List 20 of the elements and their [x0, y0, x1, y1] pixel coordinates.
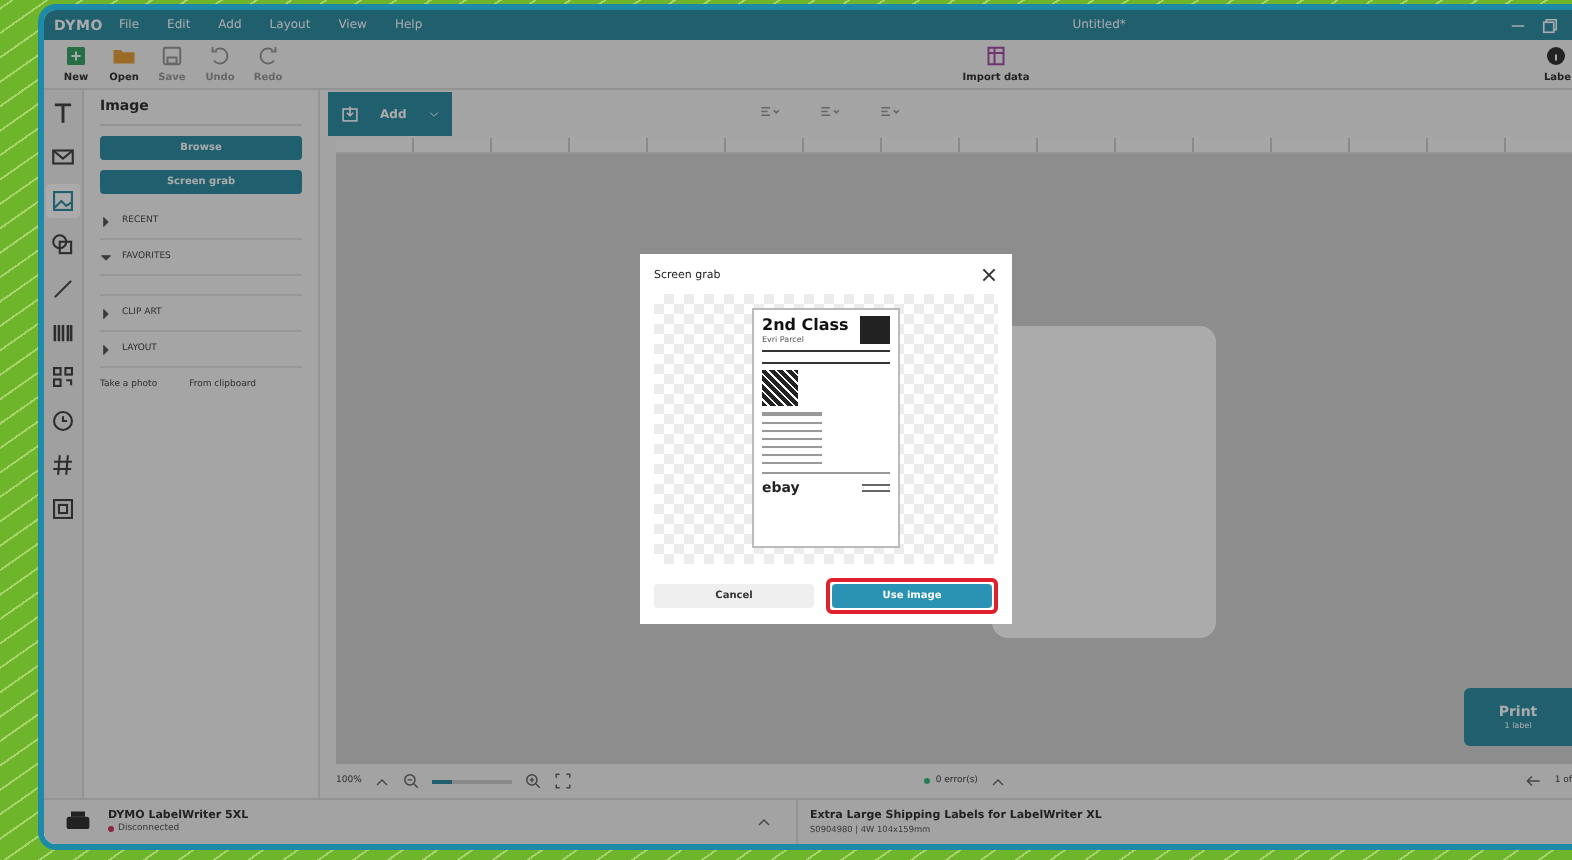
zoom-out-icon[interactable] — [401, 772, 420, 790]
service-text: 2nd Class — [762, 316, 849, 334]
arrow-left-icon[interactable] — [1524, 772, 1543, 790]
caret-icon[interactable] — [100, 343, 112, 355]
caret-icon[interactable] — [100, 251, 112, 263]
plus-square-icon[interactable] — [64, 44, 88, 68]
status-dot-icon — [923, 778, 930, 784]
info-icon[interactable] — [1544, 44, 1568, 68]
caret-up-icon[interactable] — [756, 814, 772, 830]
label-rule — [762, 350, 890, 364]
caret-icon[interactable] — [100, 215, 112, 227]
zoom-in-icon[interactable] — [523, 772, 542, 790]
close-icon[interactable] — [980, 266, 998, 284]
table-icon[interactable] — [984, 44, 1008, 68]
download-icon[interactable] — [340, 104, 360, 124]
caret-icon[interactable] — [100, 307, 112, 319]
image-icon[interactable] — [46, 184, 80, 218]
caret-icon[interactable] — [428, 108, 440, 120]
restore-icon[interactable] — [1540, 15, 1560, 35]
fit-screen-icon[interactable] — [553, 772, 572, 790]
